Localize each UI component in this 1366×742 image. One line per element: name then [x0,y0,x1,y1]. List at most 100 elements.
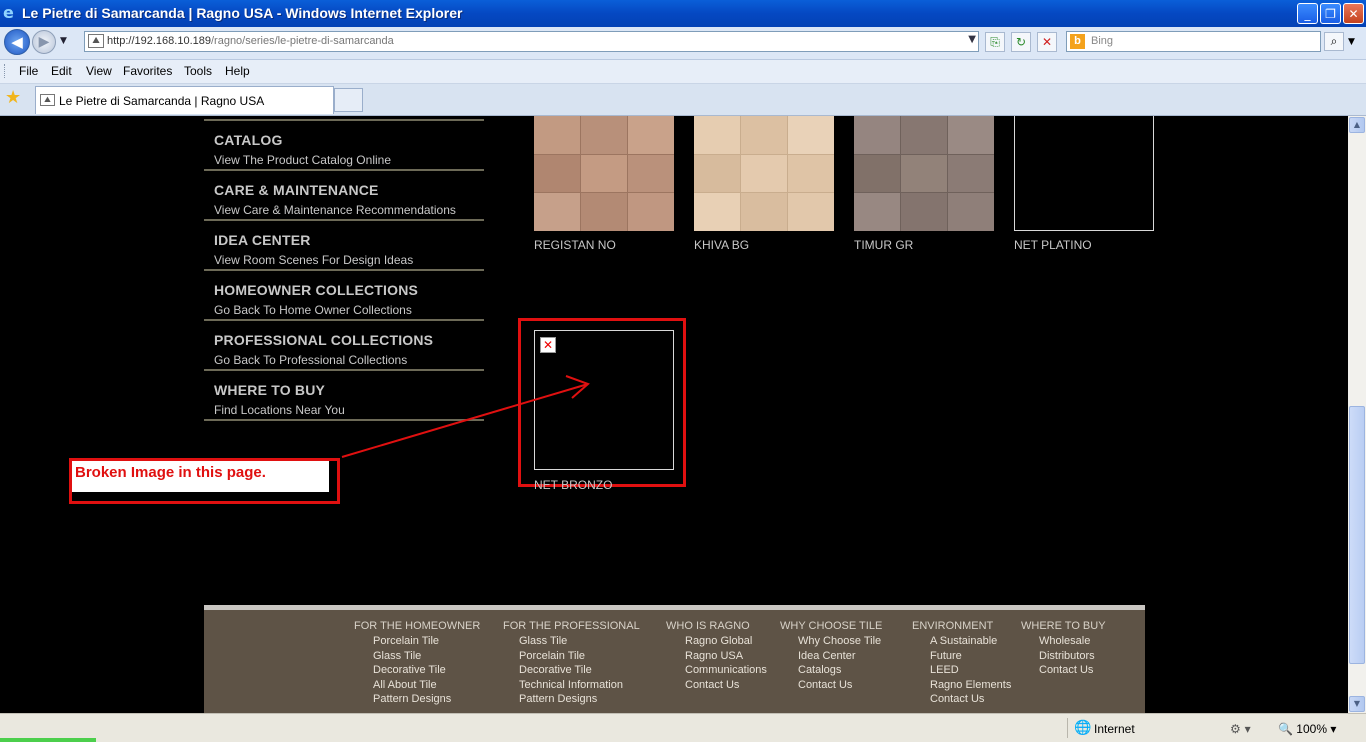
search-button[interactable]: ⌕ [1324,32,1344,51]
history-dropdown-icon[interactable]: ▼ [60,36,67,46]
footer-link[interactable]: Decorative Tile [503,663,640,678]
footer-link[interactable]: Porcelain Tile [354,634,480,649]
footer-link[interactable]: Catalogs [780,663,882,678]
sidebar-item-title[interactable]: WHERE TO BUY [214,382,325,398]
sidebar-item-title[interactable]: CATALOG [214,132,283,148]
compatibility-view-icon[interactable]: ⎘ [985,32,1005,52]
menu-view[interactable]: View [86,64,112,78]
sidebar-item-professional-collections[interactable]: PROFESSIONAL COLLECTIONS Go Back To Prof… [204,321,484,371]
security-zone[interactable]: 🌐 Internet [1067,718,1226,738]
menu-file[interactable]: File [19,64,38,78]
footer-heading[interactable]: WHY CHOOSE TILE [780,620,882,632]
address-dropdown-icon[interactable]: ▼ [968,34,976,45]
refresh-icon[interactable]: ↻ [1011,32,1031,52]
sidebar-item-subtitle[interactable]: View The Product Catalog Online [214,153,391,167]
minimize-button[interactable]: _ [1297,3,1318,24]
footer-link[interactable]: Ragno Elements [912,678,1011,693]
footer-heading[interactable]: FOR THE PROFESSIONAL [503,620,640,632]
product-tile-timur-gr[interactable]: TIMUR GR [854,116,994,252]
sidebar-item-title[interactable]: IDEA CENTER [214,232,311,248]
footer-link[interactable]: A Sustainable [912,634,1011,649]
search-input[interactable]: b Bing [1066,31,1321,52]
product-tile-khiva-bg[interactable]: KHIVA BG [694,116,834,252]
sidebar-item-idea-center[interactable]: IDEA CENTER View Room Scenes For Design … [204,221,484,271]
footer-link[interactable]: Contact Us [1021,663,1106,678]
tile-caption[interactable]: KHIVA BG [694,238,749,252]
favorites-star-icon[interactable]: ★ [5,87,21,108]
sidebar-item-catalog[interactable]: CATALOG View The Product Catalog Online [204,121,484,171]
tile-image[interactable] [854,116,994,231]
tile-image[interactable] [1014,116,1154,231]
footer-link[interactable]: Communications [666,663,767,678]
sidebar-item-subtitle[interactable]: View Care & Maintenance Recommendations [214,203,456,217]
footer-heading[interactable]: FOR THE HOMEOWNER [354,620,480,632]
tile-image[interactable] [534,116,674,231]
address-bar[interactable]: ⛰ http://192.168.10.189/ragno/series/le-… [84,31,979,52]
status-bar: 🌐 Internet ⚙ ▾ 🔍 100% ▾ [0,713,1366,742]
protected-mode-icon[interactable]: ⚙ ▾ [1230,722,1251,736]
sidebar-item-title[interactable]: CARE & MAINTENANCE [214,182,379,198]
footer-link[interactable]: Glass Tile [503,634,640,649]
zone-label: Internet [1094,722,1135,736]
footer-link[interactable]: Contact Us [780,678,882,693]
footer-heading[interactable]: WHERE TO BUY [1021,620,1106,632]
vertical-scrollbar[interactable]: ▲ ▼ [1348,116,1366,713]
navigation-bar: ◀ ▶ ▼ ⛰ http://192.168.10.189/ragno/seri… [0,27,1366,60]
tab-active[interactable]: ⛰ Le Pietre di Samarcanda | Ragno USA [35,86,334,114]
product-tile-registan-no[interactable]: REGISTAN NO [534,116,674,252]
footer-link[interactable]: Pattern Designs [503,692,640,707]
zoom-level[interactable]: 🔍 100% ▾ [1278,722,1336,736]
sidebar-item-title[interactable]: HOMEOWNER COLLECTIONS [214,282,418,298]
footer-link[interactable]: Why Choose Tile [780,634,882,649]
footer-heading[interactable]: ENVIRONMENT [912,620,1011,632]
footer-link[interactable]: Distributors [1021,649,1106,664]
menu-tools[interactable]: Tools [184,64,212,78]
sidebar-item-subtitle[interactable]: View Room Scenes For Design Ideas [214,253,413,267]
search-options-icon[interactable]: ▼ [1348,37,1355,47]
address-url[interactable]: http://192.168.10.189/ragno/series/le-pi… [107,35,394,47]
footer-link[interactable]: Future [912,649,1011,664]
footer-link[interactable]: Idea Center [780,649,882,664]
close-button[interactable]: ✕ [1343,3,1364,24]
footer-link[interactable]: Technical Information [503,678,640,693]
broken-image-placeholder[interactable]: ✕ [534,330,674,470]
tile-caption-net-bronzo[interactable]: NET BRONZO [534,478,612,492]
sidebar-item-where-to-buy[interactable]: WHERE TO BUY Find Locations Near You [204,371,484,421]
footer-link[interactable]: Contact Us [666,678,767,693]
footer-link[interactable]: Porcelain Tile [503,649,640,664]
sidebar-item-subtitle[interactable]: Go Back To Professional Collections [214,353,407,367]
footer-link[interactable]: Ragno USA [666,649,767,664]
back-button[interactable]: ◀ [4,29,30,55]
menu-favorites[interactable]: Favorites [123,64,172,78]
menu-edit[interactable]: Edit [51,64,72,78]
menu-help[interactable]: Help [225,64,250,78]
forward-button[interactable]: ▶ [32,30,56,54]
sidebar-item-homeowner-collections[interactable]: HOMEOWNER COLLECTIONS Go Back To Home Ow… [204,271,484,321]
sidebar-item-care-maintenance[interactable]: CARE & MAINTENANCE View Care & Maintenan… [204,171,484,221]
footer-link[interactable]: Wholesale [1021,634,1106,649]
footer-column-where-to-buy: WHERE TO BUY Wholesale Distributors Cont… [1021,620,1106,678]
footer-link[interactable]: Ragno Global [666,634,767,649]
footer-link[interactable]: Contact Us [912,692,1011,707]
sidebar-nav: CATALOG View The Product Catalog Online … [204,119,484,421]
product-tile-net-platino[interactable]: NET PLATINO [1014,116,1154,252]
footer-link[interactable]: All About Tile [354,678,480,693]
footer-heading[interactable]: WHO IS RAGNO [666,620,767,632]
sidebar-item-title[interactable]: PROFESSIONAL COLLECTIONS [214,332,433,348]
scroll-down-icon[interactable]: ▼ [1349,696,1365,712]
stop-icon[interactable]: ✕ [1037,32,1057,52]
tile-caption[interactable]: TIMUR GR [854,238,913,252]
sidebar-item-subtitle[interactable]: Go Back To Home Owner Collections [214,303,412,317]
tile-caption[interactable]: REGISTAN NO [534,238,616,252]
footer-link[interactable]: LEED [912,663,1011,678]
footer-link[interactable]: Pattern Designs [354,692,480,707]
tile-caption[interactable]: NET PLATINO [1014,238,1092,252]
sidebar-item-subtitle[interactable]: Find Locations Near You [214,403,345,417]
footer-link[interactable]: Glass Tile [354,649,480,664]
tile-image[interactable] [694,116,834,231]
scroll-up-icon[interactable]: ▲ [1349,117,1365,133]
scrollbar-thumb[interactable] [1349,406,1365,664]
restore-button[interactable]: ❐ [1320,3,1341,24]
new-tab-button[interactable] [334,88,363,112]
footer-link[interactable]: Decorative Tile [354,663,480,678]
